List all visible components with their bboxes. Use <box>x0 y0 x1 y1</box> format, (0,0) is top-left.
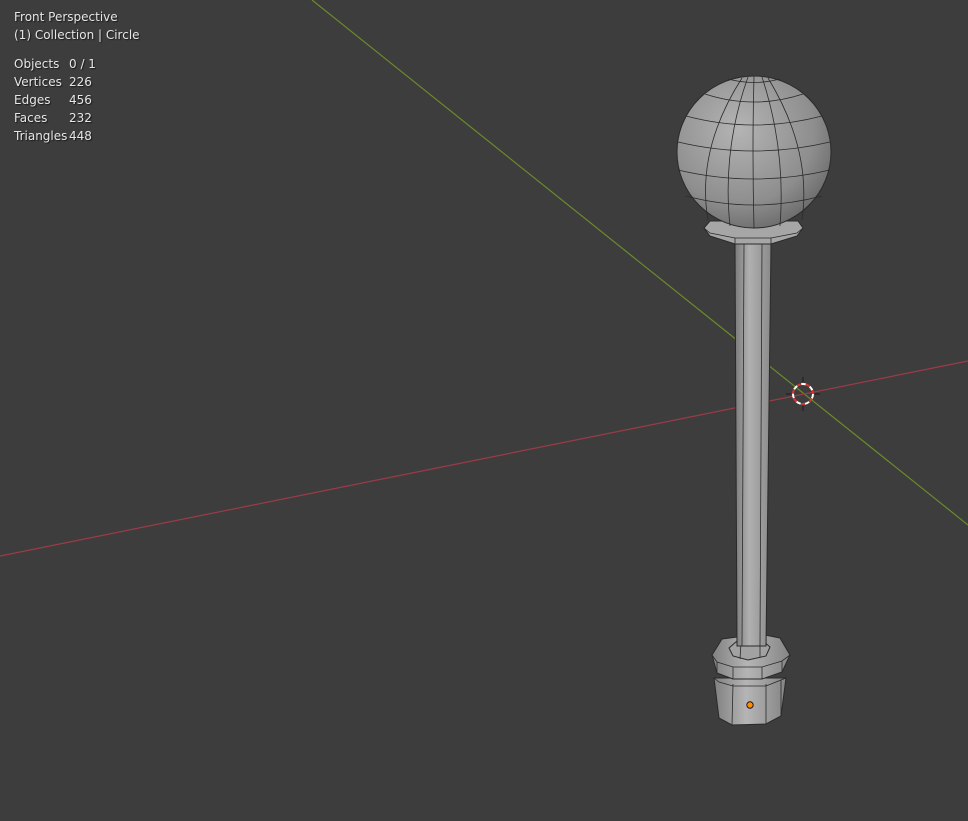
stat-label: Triangles <box>14 129 68 143</box>
object-origin-icon[interactable] <box>746 701 754 709</box>
stat-value: 0 / 1 <box>69 57 96 71</box>
stat-label: Objects <box>14 57 60 71</box>
view-name-label: Front Perspective <box>14 10 118 24</box>
stat-row-vertices: Vertices 226 <box>14 73 96 91</box>
stat-label: Vertices <box>14 75 62 89</box>
3d-viewport[interactable]: Front Perspective (1) Collection | Circl… <box>0 0 968 821</box>
stat-label: Faces <box>14 111 48 125</box>
viewport-scene[interactable] <box>0 0 968 821</box>
stat-value: 232 <box>69 111 92 125</box>
stat-value: 226 <box>69 75 92 89</box>
stat-label: Edges <box>14 93 51 107</box>
stat-row-faces: Faces 232 <box>14 109 96 127</box>
x-axis-line <box>0 360 968 557</box>
y-axis-line <box>311 0 968 526</box>
stat-value: 448 <box>69 129 92 143</box>
stat-row-objects: Objects 0 / 1 <box>14 55 96 73</box>
collection-info-label: (1) Collection | Circle <box>14 28 140 42</box>
stat-row-triangles: Triangles 448 <box>14 127 96 145</box>
pole <box>734 243 772 647</box>
stat-row-edges: Edges 456 <box>14 91 96 109</box>
lamp-post-mesh[interactable] <box>676 75 832 726</box>
scene-statistics: Objects 0 / 1 Vertices 226 Edges 456 Fac… <box>14 55 96 145</box>
stat-value: 456 <box>69 93 92 107</box>
